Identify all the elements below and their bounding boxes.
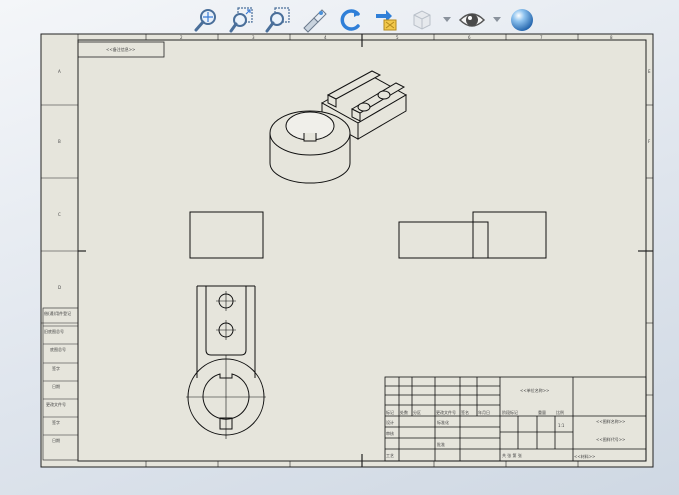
left-label: 日期 <box>52 383 60 389</box>
zone-letter: A <box>58 69 61 74</box>
left-label: 借(通)用件登记 <box>44 310 71 316</box>
title-sheets: 共 张 第 张 <box>502 452 522 458</box>
zoom-to-selection-button[interactable] <box>262 5 294 35</box>
zone-letter: D <box>58 285 61 290</box>
zoom-to-selection-icon <box>265 7 290 33</box>
title-drawing-name: <<图样名称>> <box>596 418 625 424</box>
title-material: <<材料>> <box>574 453 595 459</box>
appearance-sphere-icon <box>511 9 533 31</box>
drawing-sheet[interactable]: 2 3 4 5 6 7 8 A B C D E F <<备注信息>> 借(通)用… <box>40 33 654 468</box>
rebuild-button[interactable] <box>370 5 402 35</box>
chevron-down-icon <box>443 17 451 22</box>
left-label: 日期 <box>52 437 60 443</box>
hide-show-items-icon <box>458 13 486 27</box>
rotate-button[interactable] <box>334 5 366 35</box>
zoom-to-area-button[interactable] <box>226 5 258 35</box>
title-row-label: 年月日 <box>478 409 490 415</box>
zoom-to-fit-icon <box>194 9 216 32</box>
rebuild-icon <box>376 10 397 31</box>
title-row-label: 标记 <box>386 409 394 415</box>
display-style-dropdown[interactable] <box>442 5 452 35</box>
zone-letter: C <box>58 212 61 217</box>
drawing-sheet-area[interactable]: 2 3 4 5 6 7 8 A B C D E F <<备注信息>> 借(通)用… <box>40 33 654 468</box>
title-right-label: 标准化 <box>437 419 449 425</box>
title-drawing-code: <<图样代号>> <box>596 436 625 442</box>
display-style-button[interactable] <box>406 5 438 35</box>
title-row-label: 分区 <box>413 409 421 415</box>
rotate-icon <box>340 9 360 31</box>
title-stage: 阶段标记 <box>502 409 518 415</box>
view-toolbar <box>190 4 560 36</box>
title-role-label: 工艺 <box>386 453 394 458</box>
title-role-label: 审核 <box>386 430 394 436</box>
view-sketch-icon <box>303 9 327 33</box>
left-label: 签字 <box>52 419 60 425</box>
chevron-down-icon <box>493 17 501 22</box>
left-label: 旧底图总号 <box>44 328 64 334</box>
hide-show-dropdown[interactable] <box>492 5 502 35</box>
zoom-to-area-icon <box>229 7 253 33</box>
zoom-to-fit-button[interactable] <box>190 5 222 35</box>
title-row-label: 更改文件号 <box>436 409 456 415</box>
left-label: 签字 <box>52 365 60 371</box>
display-style-icon <box>413 10 431 30</box>
view-sketch-button[interactable] <box>298 5 330 35</box>
hide-show-items-button[interactable] <box>456 5 488 35</box>
title-right-label: 批准 <box>437 441 445 447</box>
zone-letter: B <box>58 139 61 144</box>
left-label: 更改文件号 <box>46 401 66 407</box>
title-role-label: 设计 <box>386 419 394 425</box>
appearance-button[interactable] <box>506 5 538 35</box>
title-misc-weight: 重量 <box>538 409 546 415</box>
title-misc-scale: 比例 <box>556 409 564 415</box>
title-scale: 1:1 <box>558 423 565 428</box>
left-label: 底图总号 <box>50 346 66 352</box>
note-box-text: <<备注信息>> <box>106 46 135 52</box>
title-row-label: 处数 <box>400 409 408 415</box>
title-company: <<单位名称>> <box>520 387 549 393</box>
title-row-label: 签名 <box>461 409 469 415</box>
